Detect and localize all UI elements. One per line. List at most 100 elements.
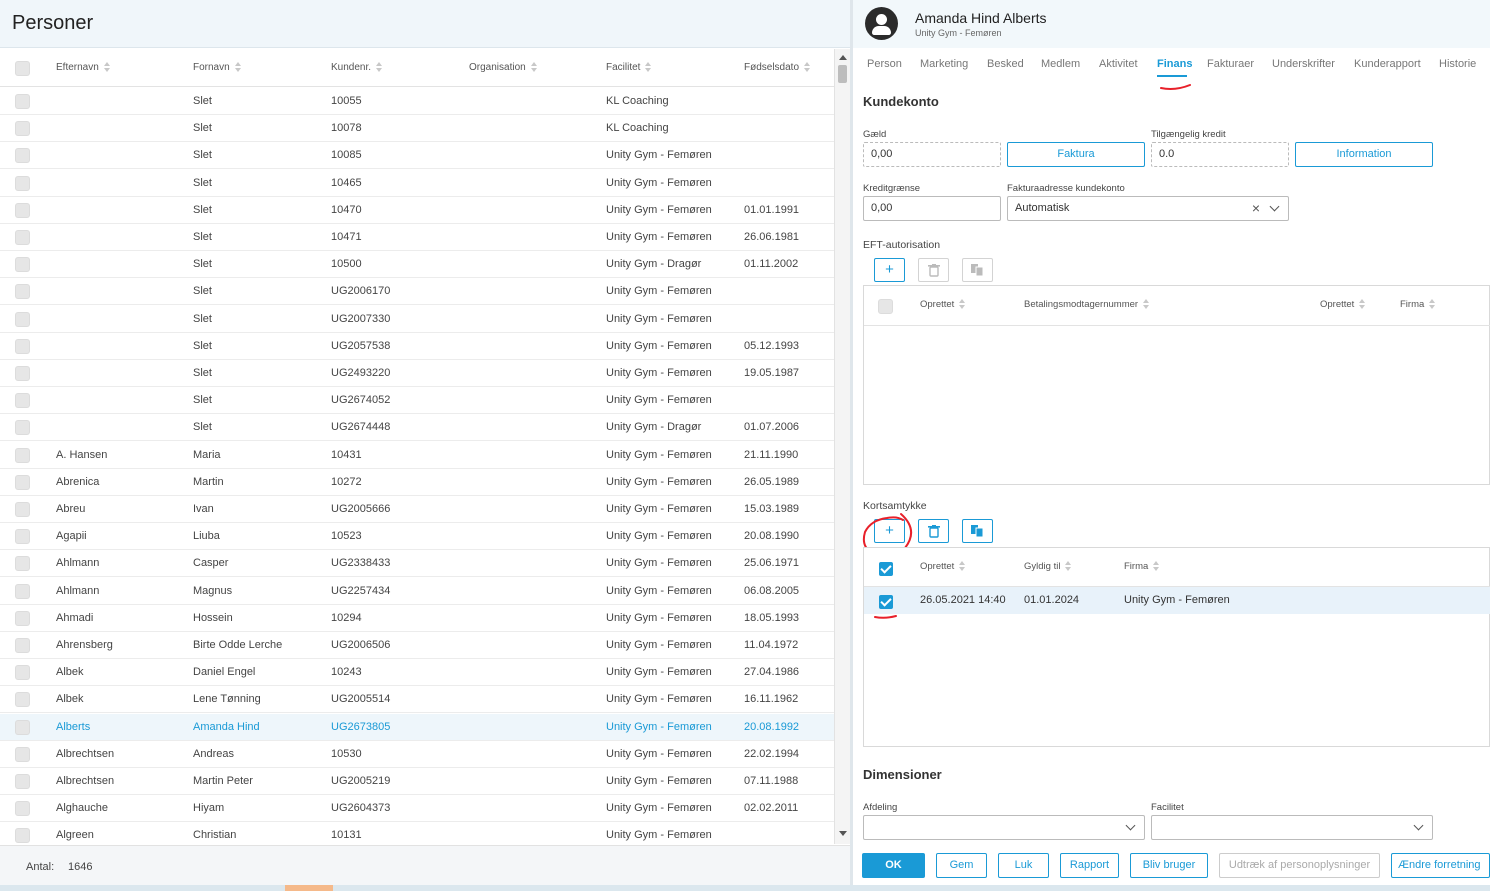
table-row[interactable]: Albrechtsen Andreas 10530 Unity Gym - Femør…	[0, 741, 834, 768]
table-row[interactable]: Ahlmann Magnus UG2257434 Unity Gym - Femøre…	[0, 578, 834, 605]
table-row[interactable]: Alberts Amanda Hind UG2673805 Unity Gym - F…	[0, 713, 834, 741]
rapport-button[interactable]: Rapport	[1060, 853, 1119, 878]
column-header-kundenr[interactable]: Kundenr.	[331, 62, 383, 73]
table-row[interactable]: Ahlmann Casper UG2338433 Unity Gym - Femøre…	[0, 550, 834, 578]
fakturaadresse-select[interactable]: Automatisk ×	[1007, 196, 1289, 221]
kortsamtykke-select-all-checkbox[interactable]	[879, 562, 893, 576]
eft-add-button[interactable]: +	[874, 258, 905, 282]
row-checkbox[interactable]	[15, 284, 30, 300]
row-checkbox[interactable]	[15, 474, 30, 490]
table-row[interactable]: Slet UG2674052 Unity Gym - Femøren	[0, 387, 834, 415]
row-checkbox[interactable]	[15, 94, 30, 109]
row-checkbox[interactable]	[15, 828, 30, 844]
row-checkbox[interactable]	[15, 502, 30, 517]
clear-icon[interactable]: ×	[1252, 200, 1260, 216]
table-row[interactable]: Agapii Liuba 10523 Unity Gym - Femøren 20.08…	[0, 523, 834, 551]
ok-button[interactable]: OK	[862, 853, 925, 878]
table-row[interactable]: Slet 10465 Unity Gym - Femøren	[0, 170, 834, 197]
row-checkbox[interactable]	[15, 665, 30, 681]
table-row[interactable]: A. Hansen Maria 10431 Unity Gym - Femøren 21…	[0, 442, 834, 469]
table-row[interactable]: Slet 10055 KL Coaching	[0, 88, 834, 115]
column-header-facilitet[interactable]: Facilitet	[606, 62, 652, 73]
tab-underskrifter[interactable]: Underskrifter	[1272, 58, 1335, 70]
table-row[interactable]: Slet UG2493220 Unity Gym - Femøren 19.05.19…	[0, 360, 834, 387]
table-row[interactable]: Slet UG2007330 Unity Gym - Femøren	[0, 306, 834, 333]
eft-delete-button[interactable]	[918, 258, 949, 282]
table-scrollbar[interactable]	[834, 49, 850, 844]
kortsamtykke-column-oprettet[interactable]: Oprettet	[920, 561, 966, 572]
table-row[interactable]: Abreu Ivan UG2005666 Unity Gym - Femøren 15.…	[0, 496, 834, 523]
tab-marketing[interactable]: Marketing	[920, 58, 968, 70]
eft-column-betalingsmodtagernummer[interactable]: Betalingsmodtagernummer	[1024, 299, 1150, 310]
eft-column-oprettet-2[interactable]: Oprettet	[1320, 299, 1366, 310]
row-checkbox[interactable]	[15, 638, 30, 653]
table-row[interactable]: Slet 10470 Unity Gym - Femøren 01.01.1991	[0, 197, 834, 224]
eft-column-firma[interactable]: Firma	[1400, 299, 1436, 310]
row-checkbox[interactable]	[15, 692, 30, 708]
row-checkbox[interactable]	[15, 202, 30, 218]
information-button[interactable]: Information	[1295, 142, 1433, 167]
row-checkbox[interactable]	[15, 366, 30, 381]
table-row[interactable]: Albrechtsen Martin Peter UG2005219 Unity Gy…	[0, 768, 834, 795]
column-header-organisation[interactable]: Organisation	[469, 62, 537, 73]
chevron-down-icon[interactable]	[1269, 201, 1280, 212]
tab-besked[interactable]: Besked	[987, 58, 1024, 70]
column-header-fodselsdato[interactable]: Fødselsdato	[744, 62, 811, 73]
tab-person[interactable]: Person	[867, 58, 902, 70]
scroll-thumb[interactable]	[838, 65, 847, 83]
row-checkbox[interactable]	[15, 610, 30, 626]
row-checkbox[interactable]	[15, 230, 30, 245]
row-checkbox[interactable]	[15, 121, 30, 137]
aendre-forretning-button[interactable]: Ændre forretning	[1391, 853, 1490, 878]
kortsamtykke-column-gyldig-til[interactable]: Gyldig til	[1024, 561, 1072, 572]
tab-historie[interactable]: Historie	[1439, 58, 1476, 70]
eft-select-all-checkbox[interactable]	[878, 299, 893, 314]
row-checkbox[interactable]	[15, 175, 30, 191]
table-row[interactable]: Slet UG2674448 Unity Gym - Dragør 01.07.200…	[0, 414, 834, 442]
table-row[interactable]: Abrenica Martin 10272 Unity Gym - Femøren 26…	[0, 469, 834, 496]
chevron-down-icon[interactable]	[1413, 820, 1424, 831]
row-checkbox[interactable]	[15, 801, 30, 817]
table-row[interactable]: Slet 10500 Unity Gym - Dragør 01.11.2002	[0, 251, 834, 279]
row-checkbox[interactable]	[15, 338, 30, 354]
column-header-efternavn[interactable]: Efternavn	[56, 62, 110, 73]
row-checkbox[interactable]	[15, 774, 30, 789]
scroll-up-icon[interactable]	[839, 55, 847, 60]
row-checkbox[interactable]	[15, 556, 30, 572]
kortsamtykke-copy-button[interactable]	[962, 519, 993, 543]
facilitet-select[interactable]	[1151, 815, 1433, 840]
afdeling-select[interactable]	[863, 815, 1145, 840]
table-row[interactable]: Ahrensberg Birte Odde Lerche UG2006506 Unit…	[0, 632, 834, 659]
row-checkbox[interactable]	[15, 719, 30, 735]
table-row[interactable]: Alghauche Hiyam UG2604373 Unity Gym - Femør…	[0, 795, 834, 823]
tab-finans[interactable]: Finans	[1157, 58, 1192, 70]
scroll-down-icon[interactable]	[839, 831, 847, 836]
table-row[interactable]: 26.05.2021 14:40 01.01.2024 Unity Gym - …	[864, 587, 1490, 614]
table-row[interactable]: Slet 10085 Unity Gym - Femøren	[0, 142, 834, 170]
tab-aktivitet[interactable]: Aktivitet	[1099, 58, 1138, 70]
row-checkbox[interactable]	[15, 311, 30, 327]
row-checkbox[interactable]	[15, 746, 30, 762]
kortsamtykke-delete-button[interactable]	[918, 519, 949, 543]
luk-button[interactable]: Luk	[998, 853, 1049, 878]
select-all-checkbox[interactable]	[15, 61, 30, 76]
table-row[interactable]: Slet 10471 Unity Gym - Femøren 26.06.1981	[0, 224, 834, 251]
table-row[interactable]: Albek Daniel Engel 10243 Unity Gym - Femøre…	[0, 659, 834, 687]
tab-medlem[interactable]: Medlem	[1041, 58, 1080, 70]
column-header-fornavn[interactable]: Fornavn	[193, 62, 241, 73]
row-checkbox[interactable]	[15, 420, 30, 436]
row-checkbox[interactable]	[879, 595, 893, 609]
table-row[interactable]: Albek Lene Tønning UG2005514 Unity Gym - Fe…	[0, 686, 834, 714]
table-row[interactable]: Algreen Christian 10131 Unity Gym - Femøren	[0, 822, 834, 844]
eft-column-oprettet[interactable]: Oprettet	[920, 299, 966, 310]
tab-kunderapport[interactable]: Kunderapport	[1354, 58, 1421, 70]
eft-copy-button[interactable]	[962, 258, 993, 282]
gem-button[interactable]: Gem	[936, 853, 987, 878]
row-checkbox[interactable]	[15, 447, 30, 463]
tab-fakturaer[interactable]: Fakturaer	[1207, 58, 1254, 70]
chevron-down-icon[interactable]	[1125, 820, 1136, 831]
table-row[interactable]: Slet UG2006170 Unity Gym - Femøren	[0, 278, 834, 306]
table-row[interactable]: Ahmadi Hossein 10294 Unity Gym - Femøren 18.…	[0, 605, 834, 632]
udtraek-personoplysninger-button[interactable]: Udtræk af personoplysninger	[1219, 853, 1380, 878]
row-checkbox[interactable]	[15, 529, 30, 545]
